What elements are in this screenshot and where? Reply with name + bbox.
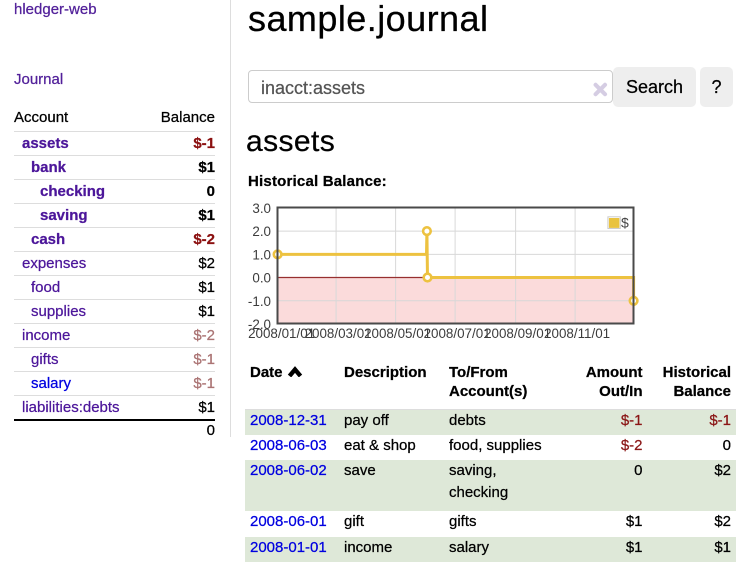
svg-text:2.0: 2.0 xyxy=(252,224,271,239)
svg-text:2008/05/01: 2008/05/01 xyxy=(364,326,431,341)
svg-text:2008/11/01: 2008/11/01 xyxy=(544,326,610,341)
svg-text:2008/03/01: 2008/03/01 xyxy=(305,326,372,341)
svg-text:1.0: 1.0 xyxy=(252,247,271,262)
svg-text:$: $ xyxy=(621,215,629,231)
svg-text:-1.0: -1.0 xyxy=(248,294,271,309)
svg-text:3.0: 3.0 xyxy=(252,201,271,216)
svg-text:0.0: 0.0 xyxy=(252,271,271,286)
svg-text:2008/09/01: 2008/09/01 xyxy=(484,326,551,341)
svg-text:2008/07/01: 2008/07/01 xyxy=(424,326,491,341)
